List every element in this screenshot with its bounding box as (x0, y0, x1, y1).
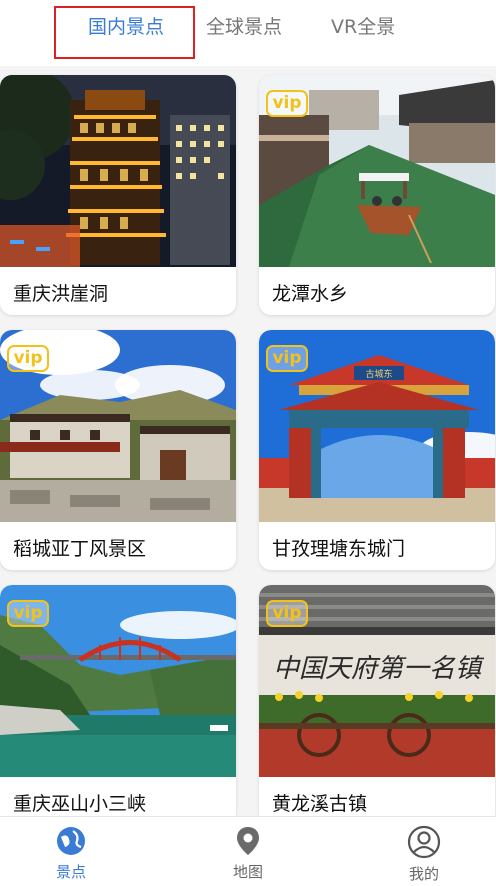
scenic-photo: vip (0, 585, 236, 777)
map-pin-icon (237, 827, 259, 855)
scenic-photo: vip (259, 75, 495, 267)
bottom-navigation: 景点 地图 我的 (0, 816, 496, 886)
nav-item-spots[interactable]: 景点 (31, 825, 111, 882)
app-screen: 国内景点 全球景点 VR全景 重庆洪崖洞 vip 龙潭水乡 vip 稻城亚丁风景… (0, 0, 496, 886)
scenic-spot-grid: 重庆洪崖洞 vip 龙潭水乡 vip 稻城亚丁风景区 古城东 vip 甘孜理塘东… (0, 66, 496, 825)
nav-item-mine[interactable]: 我的 (384, 825, 464, 884)
scenic-card[interactable]: vip 重庆巫山小三峡 (0, 585, 236, 825)
scenic-card[interactable]: 古城东 vip 甘孜理塘东城门 (259, 330, 495, 570)
vip-badge: vip (7, 600, 49, 627)
nav-label: 景点 (55, 863, 86, 881)
vip-badge: vip (266, 90, 308, 117)
nav-label: 地图 (232, 863, 263, 881)
active-tab-highlight-box (54, 6, 195, 59)
scenic-title: 龙潭水乡 (272, 283, 349, 305)
scenic-photo: 古城东 vip (259, 330, 495, 522)
scenic-title: 黄龙溪古镇 (272, 793, 368, 815)
scenic-title: 重庆巫山小三峡 (13, 793, 147, 815)
category-tab-bar: 国内景点 全球景点 VR全景 (0, 0, 496, 66)
scenic-title: 甘孜理塘东城门 (272, 538, 406, 560)
user-icon (407, 825, 441, 859)
scenic-photo: vip (0, 330, 236, 522)
scenic-card[interactable]: vip 稻城亚丁风景区 (0, 330, 236, 570)
nav-item-map[interactable]: 地图 (208, 825, 288, 882)
scenic-title: 稻城亚丁风景区 (13, 538, 147, 560)
gate-plaque-text: 古城东 (365, 368, 392, 380)
vip-badge: vip (266, 345, 308, 372)
nav-label: 我的 (408, 865, 439, 883)
globe-icon (57, 827, 85, 855)
scenic-title: 重庆洪崖洞 (13, 283, 109, 305)
vip-badge: vip (266, 600, 308, 627)
scenic-card[interactable]: 中国天府第一名镇 vip 黄龙溪古镇 (259, 585, 495, 825)
scenic-card[interactable]: vip 龙潭水乡 (259, 75, 495, 315)
scenic-card[interactable]: 重庆洪崖洞 (0, 75, 236, 315)
tab-global[interactable]: 全球景点 (206, 12, 282, 39)
wall-inscription-text: 中国天府第一名镇 (273, 654, 485, 684)
scenic-photo: 中国天府第一名镇 vip (259, 585, 495, 777)
scenic-photo (0, 75, 236, 267)
tab-vr[interactable]: VR全景 (331, 12, 395, 39)
vip-badge: vip (7, 345, 49, 372)
